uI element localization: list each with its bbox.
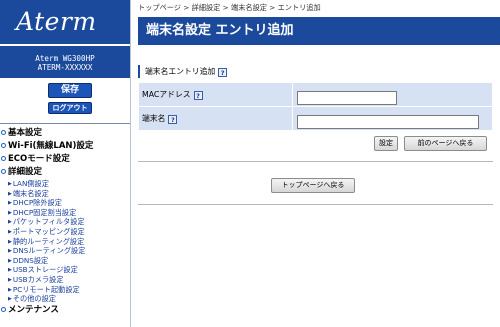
breadcrumb-separator: > — [222, 3, 229, 12]
menu-item-label: USBカメラ設定 — [12, 274, 64, 284]
menu-advanced-settings[interactable]: 詳細設定 — [0, 166, 130, 179]
menu-basic-settings[interactable]: 基本設定 — [0, 127, 130, 140]
help-icon[interactable]: ? — [168, 115, 178, 124]
mac-address-label-cell: MACアドレス? — [138, 82, 293, 107]
menu-item-usb-storage[interactable]: ▶USBストレージ設定 — [0, 265, 130, 275]
menu-item-label: DDNS設定 — [12, 255, 49, 265]
menu-item-label: USBストレージ設定 — [12, 265, 78, 275]
back-to-top-button[interactable]: トップページへ戻る — [271, 178, 355, 193]
menu-item-label: PCリモート起動設定 — [12, 284, 80, 294]
menu-item-static-routing[interactable]: ▶静的ルーティング設定 — [0, 237, 130, 247]
menu-item-label: その他の設定 — [12, 294, 56, 304]
sidebar: Aterm Aterm WG300HP ATERM-XXXXXX 保存 ログアウ… — [0, 0, 131, 327]
menu-label: 詳細設定 — [8, 167, 43, 177]
menu-label: ECOモード設定 — [8, 154, 70, 164]
menu-eco-settings[interactable]: ECOモード設定 — [0, 153, 130, 166]
form-row-mac: MACアドレス? — [138, 82, 493, 107]
page-title: 端末名設定 エントリ追加 — [138, 17, 500, 45]
bullet-icon — [1, 143, 6, 148]
menu-item-lan[interactable]: ▶LAN側設定 — [0, 179, 130, 189]
mac-address-value-cell — [292, 82, 493, 107]
arrow-right-icon: ▶ — [8, 286, 12, 293]
mac-address-label: MACアドレス — [142, 90, 191, 99]
breadcrumb-terminal-link[interactable]: 端末名設定 — [231, 3, 267, 12]
menu-item-dhcp-exclude[interactable]: ▶DHCP除外設定 — [0, 198, 130, 208]
aterm-logo: Aterm — [0, 0, 130, 44]
help-icon[interactable]: ? — [218, 68, 228, 77]
arrow-right-icon: ▶ — [8, 209, 12, 216]
menu-item-usb-camera[interactable]: ▶USBカメラ設定 — [0, 275, 130, 285]
device-info: Aterm WG300HP ATERM-XXXXXX — [0, 46, 130, 78]
mac-address-input[interactable] — [297, 90, 397, 105]
menu-item-label: パケットフィルタ設定 — [12, 217, 85, 227]
entry-form: MACアドレス? 端末名? — [138, 82, 493, 131]
menu-item-label: DNSルーティング設定 — [12, 246, 86, 256]
divider — [138, 161, 493, 162]
model-name: Aterm WG300HP — [35, 54, 95, 63]
menu-item-pc-remote-boot[interactable]: ▶PCリモート起動設定 — [0, 285, 130, 295]
arrow-right-icon: ▶ — [8, 181, 12, 187]
breadcrumb-top-link[interactable]: トップページ — [138, 3, 181, 12]
terminal-name-label-cell: 端末名? — [138, 106, 293, 131]
device-name: ATERM-XXXXXX — [37, 63, 93, 72]
menu-item-terminal-name[interactable]: ▶端末名設定 — [0, 189, 130, 199]
bullet-icon — [1, 156, 6, 161]
arrow-right-icon: ▶ — [8, 190, 12, 197]
arrow-right-icon: ▶ — [8, 238, 12, 245]
bullet-icon — [1, 130, 6, 135]
arrow-right-icon: ▶ — [8, 200, 12, 207]
form-row-name: 端末名? — [138, 106, 493, 131]
arrow-right-icon: ▶ — [8, 219, 12, 226]
bullet-icon — [1, 306, 6, 312]
arrow-right-icon: ▶ — [8, 296, 12, 303]
set-button[interactable]: 設定 — [374, 136, 398, 151]
menu-item-label: 端末名設定 — [12, 188, 49, 198]
arrow-right-icon: ▶ — [8, 248, 12, 255]
terminal-name-value-cell — [292, 106, 493, 131]
help-icon[interactable]: ? — [193, 91, 203, 100]
menu-item-label: DHCP固定割当設定 — [12, 207, 77, 217]
arrow-right-icon: ▶ — [8, 228, 12, 235]
section-heading: 端末名エントリ追加? — [138, 65, 228, 78]
terminal-name-input[interactable] — [297, 114, 479, 129]
breadcrumb-advanced-link[interactable]: 詳細設定 — [192, 3, 221, 12]
menu-item-label: DHCP除外設定 — [12, 198, 62, 208]
arrow-right-icon: ▶ — [8, 257, 12, 264]
menu-maintenance[interactable]: メンテナンス — [0, 304, 130, 317]
arrow-right-icon: ▶ — [8, 267, 12, 274]
logout-button[interactable]: ログアウト — [48, 102, 92, 114]
bullet-icon — [1, 169, 6, 174]
menu-item-packet-filter[interactable]: ▶パケットフィルタ設定 — [0, 217, 130, 227]
menu-label: メンテナンス — [8, 304, 59, 315]
menu-item-port-mapping[interactable]: ▶ポートマッピング設定 — [0, 227, 130, 237]
breadcrumb: トップページ > 詳細設定 > 端末名設定 > エントリ追加 — [138, 3, 321, 13]
back-to-previous-button[interactable]: 前のページへ戻る — [404, 136, 487, 151]
menu-wifi-settings[interactable]: Wi-Fi(無線LAN)設定 — [0, 140, 130, 153]
menu-label: Wi-Fi(無線LAN)設定 — [8, 141, 94, 151]
breadcrumb-current: エントリ追加 — [277, 3, 321, 12]
action-buttons: 保存 ログアウト — [0, 78, 130, 121]
save-button[interactable]: 保存 — [48, 83, 92, 98]
menu-item-dns-routing[interactable]: ▶DNSルーティング設定 — [0, 246, 130, 256]
menu-label: 基本設定 — [8, 128, 43, 138]
arrow-right-icon: ▶ — [8, 276, 12, 283]
section-heading-text: 端末名エントリ追加 — [145, 67, 216, 76]
menu-item-label: LAN側設定 — [12, 179, 49, 188]
menu-item-dhcp-fixed[interactable]: ▶DHCP固定割当設定 — [0, 208, 130, 218]
menu-item-ddns[interactable]: ▶DDNS設定 — [0, 256, 130, 266]
menu-item-label: 静的ルーティング設定 — [12, 236, 85, 246]
terminal-name-label: 端末名 — [142, 114, 166, 123]
breadcrumb-separator: > — [183, 3, 190, 12]
menu-item-other[interactable]: ▶その他の設定 — [0, 294, 130, 304]
divider — [138, 204, 493, 205]
breadcrumb-separator: > — [269, 3, 276, 12]
menu-item-label: ポートマッピング設定 — [12, 226, 85, 236]
